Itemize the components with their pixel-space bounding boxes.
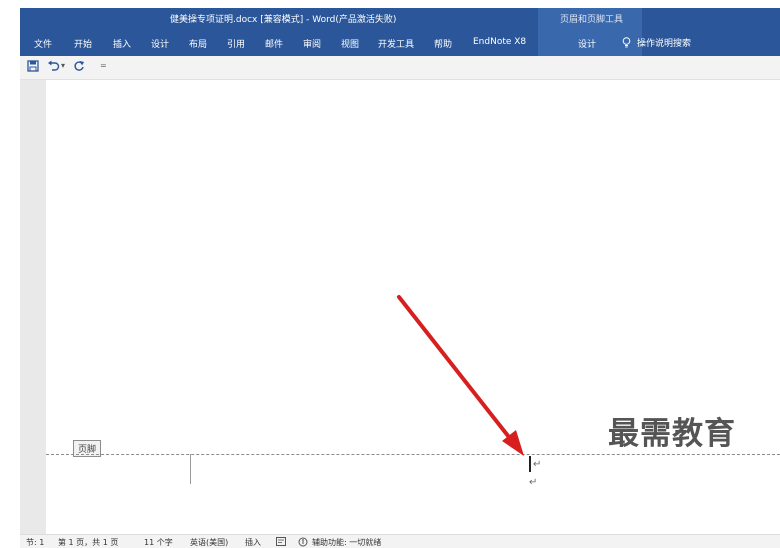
status-page[interactable]: 第 1 页，共 1 页 [58,537,118,548]
status-insert-mode[interactable]: 插入 [245,537,261,548]
macro-record-icon[interactable] [276,537,286,546]
watermark-logo: 最需教育 [608,416,736,452]
status-accessibility[interactable]: 辅助功能: 一切就绪 [312,537,381,548]
red-arrow-annotation [397,295,524,456]
accessibility-icon[interactable] [298,537,308,547]
status-section[interactable]: 节: 1 [26,537,44,548]
status-language[interactable]: 英语(美国) [190,537,228,548]
status-bar: 节: 1 第 1 页，共 1 页 11 个字 英语(美国) 插入 辅助功能: 一… [20,534,780,548]
status-word-count[interactable]: 11 个字 [144,537,173,548]
